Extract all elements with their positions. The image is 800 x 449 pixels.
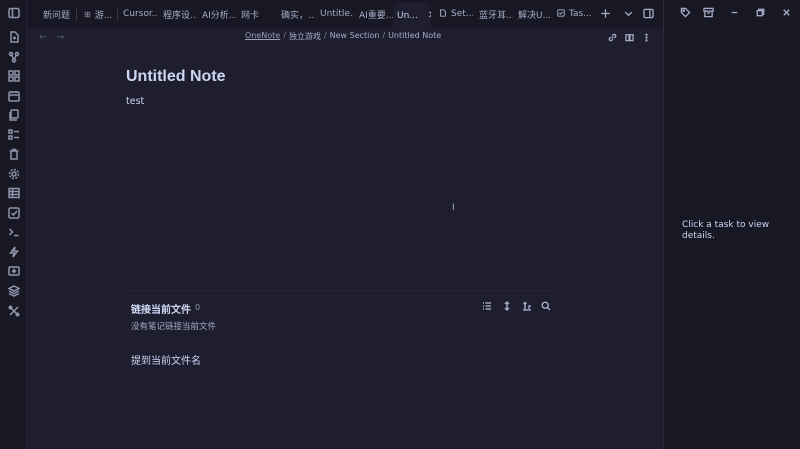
right-sidebar-toggle-icon[interactable] (640, 5, 656, 21)
graph-icon[interactable] (5, 48, 22, 65)
bases-icon[interactable] (5, 126, 22, 143)
left-ribbon (0, 0, 27, 449)
breadcrumb-item[interactable]: 独立游戏 (289, 31, 321, 42)
tab-label: Set... (451, 9, 473, 19)
tab[interactable]: Set... (437, 4, 473, 24)
breadcrumb: OneNote / 独立游戏 / New Section / Untitled … (245, 31, 441, 42)
breadcrumb-root[interactable]: OneNote (245, 31, 280, 42)
sort-icon[interactable] (521, 300, 533, 312)
tools-icon[interactable] (5, 302, 22, 319)
tab[interactable]: 蓝牙耳... (477, 4, 513, 24)
tab-label: AI分析... (202, 10, 236, 21)
close-window-icon[interactable] (779, 5, 793, 19)
trash-icon[interactable] (5, 145, 22, 162)
tab[interactable]: AI重要... (357, 4, 393, 24)
expand-icon[interactable] (501, 300, 513, 312)
breadcrumb-separator: / (382, 31, 386, 40)
tab-separator (76, 9, 77, 20)
tab-label: 程序设... (163, 10, 197, 21)
back-arrow-icon[interactable]: ← (39, 32, 47, 43)
terminal-icon[interactable] (5, 223, 22, 240)
tab-label: Un... (397, 10, 418, 21)
note-body[interactable]: test (126, 96, 144, 107)
tab-label: 确实，... (281, 10, 315, 21)
grid-icon: ⊞ (84, 9, 91, 19)
tab-label: Cursor... (123, 9, 157, 19)
checkbox-icon (557, 9, 565, 19)
task-details-placeholder: Click a task to view details. (682, 220, 770, 241)
tab-label: 蓝牙耳... (479, 10, 513, 21)
mouse-cursor: I (452, 203, 455, 213)
tab[interactable]: Tas... (555, 4, 591, 24)
editor-pane: ← → OneNote / 独立游戏 / New Section / Untit… (27, 28, 663, 449)
calendar-icon[interactable] (5, 87, 22, 104)
breadcrumb-item[interactable]: New Section (330, 31, 380, 42)
divider (126, 290, 554, 291)
breadcrumb-separator: / (323, 31, 327, 40)
more-options-icon[interactable] (640, 31, 652, 43)
lightning-icon[interactable] (5, 243, 22, 260)
breadcrumb-separator: / (283, 31, 286, 40)
note-title[interactable]: Untitled Note (126, 68, 226, 86)
sidebar-toggle-icon[interactable] (5, 4, 22, 21)
tab[interactable]: 确实，... (279, 4, 315, 24)
tab-label: Untitle... (320, 9, 354, 19)
unlinked-mentions-title[interactable]: 提到当前文件名 (131, 352, 201, 367)
tab-label: 游... (94, 10, 113, 21)
tab[interactable]: AI分析... (200, 4, 236, 24)
new-tab-icon[interactable] (597, 5, 613, 21)
list-view-icon[interactable] (481, 300, 493, 312)
reading-view-icon[interactable] (623, 31, 635, 43)
breadcrumb-item[interactable]: Untitled Note (388, 31, 441, 42)
tab-label: 解决U... (518, 10, 552, 21)
tab-label: 新问题 (43, 10, 71, 21)
copy-icon[interactable] (5, 106, 22, 123)
tab-label: AI重要... (359, 10, 393, 21)
tab-active[interactable]: Un... ✕ (393, 3, 431, 28)
tab-bar: 新问题 ⊞ 游... Cursor... 程序设... AI分析... 网卡 确实… (27, 0, 663, 28)
tab[interactable]: 网卡 (239, 4, 265, 24)
chevron-down-icon[interactable] (620, 5, 636, 21)
backlinks-empty-message: 没有笔记链接当前文件 (131, 322, 217, 332)
forward-arrow-icon[interactable]: → (56, 32, 64, 43)
new-note-icon[interactable] (5, 28, 22, 45)
tag-icon[interactable] (678, 5, 692, 19)
settings-icon[interactable] (5, 165, 22, 182)
tab[interactable]: ⊞ 游... (82, 4, 114, 24)
restore-icon[interactable] (753, 5, 767, 19)
tab-label: Tas... (569, 9, 591, 19)
canvas-icon[interactable] (5, 67, 22, 84)
minimize-icon[interactable] (727, 5, 741, 19)
right-sidebar: Click a task to view details. (663, 0, 800, 449)
layers-icon[interactable] (5, 282, 22, 299)
tab-separator (117, 9, 118, 20)
file-icon (439, 9, 447, 19)
archive-icon[interactable] (701, 5, 715, 19)
tab[interactable]: 新问题 (41, 4, 77, 24)
backlinks-count: 0 (195, 303, 201, 312)
tab-label: 网卡 (241, 10, 260, 21)
close-tab-icon[interactable]: ✕ (428, 10, 431, 21)
import-icon[interactable] (5, 262, 22, 279)
link-icon[interactable] (606, 31, 618, 43)
task-icon[interactable] (5, 204, 22, 221)
table-icon[interactable] (5, 184, 22, 201)
tab[interactable]: Untitle... (318, 4, 354, 24)
tab[interactable]: 程序设... (161, 4, 197, 24)
search-icon[interactable] (540, 300, 552, 312)
tab[interactable]: 解决U... (516, 4, 552, 24)
backlinks-title: 链接当前文件 (131, 305, 191, 316)
tab[interactable]: Cursor... (121, 4, 157, 24)
